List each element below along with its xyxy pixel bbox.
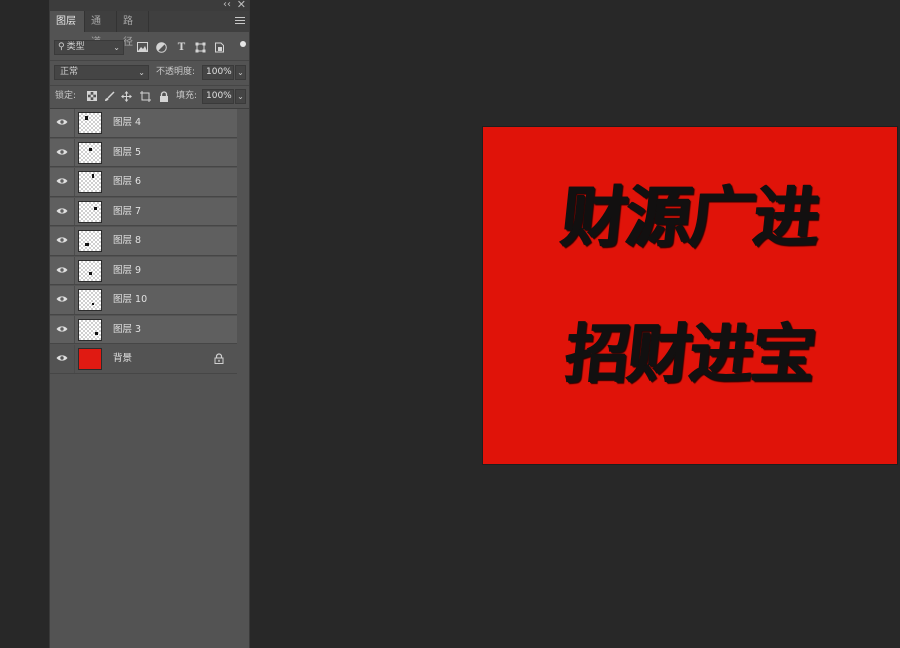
calligraphy-line-2: 招财进宝 (562, 317, 818, 392)
eye-icon[interactable] (56, 177, 68, 185)
panel-tabs: 图层 通道 路径 (50, 11, 249, 48)
layer-thumbnail (78, 200, 102, 223)
opacity-label: 不透明度: (156, 67, 196, 77)
tab-paths[interactable]: 路径 (117, 11, 149, 48)
eye-icon[interactable] (56, 295, 68, 303)
tab-layers[interactable]: 图层 (50, 11, 85, 32)
eye-icon[interactable] (56, 118, 68, 126)
layer-thumbnail (78, 230, 102, 252)
layer-name: 图层 3 (113, 323, 142, 335)
lock-label: 锁定: (55, 91, 77, 101)
calligraphy-line-1: 财源广进 (557, 178, 823, 256)
layer-name: 图层 9 (113, 264, 142, 276)
fill-dropdown-icon[interactable]: ⌄ (235, 89, 246, 104)
layer-name: 图层 4 (113, 117, 142, 128)
layer-thumbnail (78, 141, 102, 164)
layer-name: 图层 6 (113, 176, 142, 187)
chevron-down-icon: ⌄ (138, 68, 145, 77)
fill-label: 填充: (176, 91, 198, 101)
layer-thumbnail (78, 112, 102, 134)
collapse-panel-button[interactable]: ‹‹ (223, 0, 231, 10)
lock-all-icon[interactable] (158, 91, 169, 102)
divider (74, 138, 75, 166)
layer-name: 图层 8 (113, 235, 142, 246)
layer-row-5[interactable]: 图层 5 (50, 138, 237, 167)
divider (74, 227, 75, 255)
image-filter-icon[interactable] (137, 42, 148, 53)
left-empty-area (0, 0, 49, 648)
divider (74, 315, 75, 343)
layer-row-8[interactable]: 图层 8 (50, 227, 237, 256)
divider (74, 286, 75, 314)
fill-input[interactable]: 100% (202, 89, 234, 104)
divider (74, 197, 75, 225)
shape-filter-icon[interactable] (195, 42, 206, 53)
close-panel-button[interactable]: ✕ (237, 0, 246, 11)
lock-transparent-pixels-icon[interactable] (86, 91, 97, 102)
eye-icon[interactable] (56, 148, 68, 156)
layer-row-background[interactable]: 背景 (50, 345, 237, 374)
lock-image-pixels-icon[interactable] (104, 91, 115, 102)
blend-mode-select[interactable]: 正常 ⌄ (54, 65, 149, 80)
panel-title-bar: ‹‹ ✕ (50, 0, 249, 11)
type-filter-icon[interactable]: T (176, 42, 187, 53)
panel-menu-icon[interactable] (235, 17, 245, 26)
divider (74, 345, 75, 373)
layer-thumbnail (78, 318, 102, 341)
eye-icon[interactable] (56, 354, 68, 362)
adjustment-filter-icon[interactable] (156, 42, 167, 53)
layers-panel: ‹‹ ✕ 图层 通道 路径 ⚲类型 ⌄ T 正常 ⌄ (49, 0, 250, 648)
lock-artboard-icon[interactable] (140, 91, 151, 102)
layer-row-9[interactable]: 图层 9 (50, 256, 237, 285)
filter-kind-label: 类型 (66, 42, 85, 52)
filter-toggle[interactable] (240, 41, 246, 47)
search-icon: ⚲ (58, 42, 65, 52)
eye-icon[interactable] (56, 236, 68, 244)
layer-name: 图层 7 (113, 205, 142, 217)
layer-filter-row: ⚲ 类型 ⌄ T (50, 36, 249, 61)
opacity-input[interactable]: 100% (202, 65, 234, 80)
layer-row-3[interactable]: 图层 3 (50, 315, 237, 344)
eye-icon[interactable] (56, 207, 68, 215)
divider (74, 168, 75, 196)
tab-channels[interactable]: 通道 (85, 11, 117, 48)
layer-row-10[interactable]: 图层 10 (50, 286, 237, 315)
eye-icon[interactable] (56, 266, 68, 274)
lock-row: 锁定: 填充: 100% ⌄ (50, 86, 249, 109)
layer-row-6[interactable]: 图层 6 (50, 168, 237, 197)
lock-position-icon[interactable] (121, 91, 132, 102)
blend-row: 正常 ⌄ 不透明度: 100% ⌄ (50, 61, 249, 86)
chevron-down-icon: ⌄ (113, 43, 120, 52)
lock-icon (214, 353, 224, 364)
document-canvas[interactable]: 财源广进 招财进宝 (483, 127, 897, 464)
filter-kind-select[interactable]: ⚲ 类型 ⌄ (54, 40, 124, 55)
layer-thumbnail (78, 259, 102, 282)
divider (74, 109, 75, 137)
layer-thumbnail (78, 289, 102, 311)
opacity-dropdown-icon[interactable]: ⌄ (235, 65, 246, 80)
layer-name: 图层 10 (113, 294, 148, 305)
eye-icon[interactable] (56, 325, 68, 333)
layers-list: 图层 4 图层 5 图层 6 图层 7 图层 8 图层 9 图层 10 图层 3… (50, 109, 237, 375)
layer-name: 图层 5 (113, 146, 142, 158)
layer-row-4[interactable]: 图层 4 (50, 109, 237, 138)
divider (74, 256, 75, 284)
blend-mode-value: 正常 (60, 67, 79, 77)
layer-thumbnail (78, 348, 102, 370)
smart-object-filter-icon[interactable] (214, 42, 225, 53)
layer-name: 背景 (113, 353, 133, 364)
layer-row-7[interactable]: 图层 7 (50, 197, 237, 226)
layer-thumbnail (78, 171, 102, 193)
